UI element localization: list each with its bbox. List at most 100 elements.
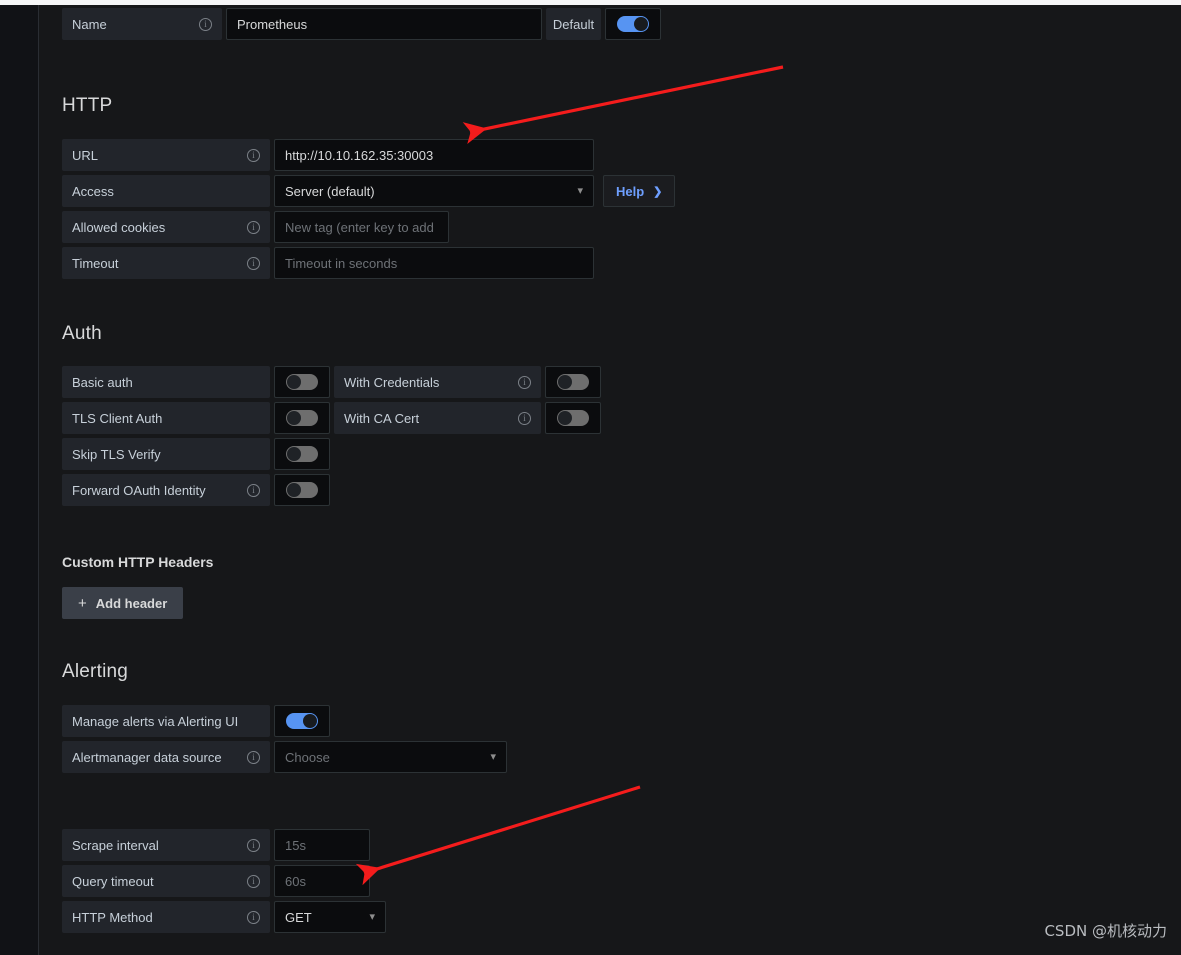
custom-http-headers-title: Custom HTTP Headers xyxy=(62,554,214,570)
basic-auth-toggle-switch[interactable] xyxy=(286,374,318,390)
tls-client-auth-label: TLS Client Auth xyxy=(62,402,270,434)
access-label-text: Access xyxy=(72,183,114,199)
with-credentials-label-text: With Credentials xyxy=(344,374,440,390)
timeout-row: Timeout i Timeout in seconds xyxy=(62,247,1162,279)
http-method-label: HTTP Method i xyxy=(62,901,270,933)
basic-auth-toggle[interactable] xyxy=(274,366,330,398)
http-method-value: GET xyxy=(285,909,312,925)
timeout-input[interactable]: Timeout in seconds xyxy=(274,247,594,279)
skip-tls-verify-label-text: Skip TLS Verify xyxy=(72,446,161,462)
allowed-cookies-row: Allowed cookies i New tag (enter key to … xyxy=(62,211,1162,243)
timeout-placeholder: Timeout in seconds xyxy=(285,255,398,271)
info-icon[interactable]: i xyxy=(247,483,260,497)
forward-oauth-identity-label-text: Forward OAuth Identity xyxy=(72,482,206,498)
info-icon[interactable]: i xyxy=(518,375,531,389)
forward-oauth-identity-label: Forward OAuth Identity i xyxy=(62,474,270,506)
chevron-down-icon: ▾ xyxy=(490,750,496,763)
allowed-cookies-label: Allowed cookies i xyxy=(62,211,270,243)
manage-alerts-row: Manage alerts via Alerting UI xyxy=(62,705,1162,737)
scrape-interval-row: Scrape interval i 15s xyxy=(62,829,1162,861)
scrape-interval-input[interactable]: 15s xyxy=(274,829,370,861)
http-method-select[interactable]: GET ▾ xyxy=(274,901,386,933)
info-icon[interactable]: i xyxy=(199,17,212,31)
left-nav-rail xyxy=(0,5,38,955)
info-icon[interactable]: i xyxy=(247,220,260,234)
chevron-down-icon: ▾ xyxy=(369,910,375,923)
alertmanager-label: Alertmanager data source i xyxy=(62,741,270,773)
alertmanager-placeholder: Choose xyxy=(285,749,330,765)
name-label: Name i xyxy=(62,8,222,40)
manage-alerts-toggle-switch[interactable] xyxy=(286,713,318,729)
http-method-row: HTTP Method i GET ▾ xyxy=(62,901,1162,933)
url-input-value: http://10.10.162.35:30003 xyxy=(285,147,434,163)
with-credentials-toggle[interactable] xyxy=(545,366,601,398)
access-select-value: Server (default) xyxy=(285,183,375,199)
info-icon[interactable]: i xyxy=(247,838,260,852)
tls-client-auth-label-text: TLS Client Auth xyxy=(72,410,163,426)
name-input-value: Prometheus xyxy=(237,16,308,32)
alertmanager-row: Alertmanager data source i Choose ▾ xyxy=(62,741,1162,773)
info-icon[interactable]: i xyxy=(247,256,260,270)
help-button[interactable]: Help ❯ xyxy=(603,175,676,207)
add-header-button-label: Add header xyxy=(95,595,168,611)
name-label-text: Name xyxy=(72,16,107,32)
url-label: URL i xyxy=(62,139,270,171)
default-label: Default xyxy=(546,8,601,40)
info-icon[interactable]: i xyxy=(247,148,260,162)
tls-client-auth-row: TLS Client Auth With CA Cert i xyxy=(62,402,1162,434)
manage-alerts-label: Manage alerts via Alerting UI xyxy=(62,705,270,737)
basic-auth-label: Basic auth xyxy=(62,366,270,398)
scrape-interval-label-text: Scrape interval xyxy=(72,837,159,853)
timeout-label-text: Timeout xyxy=(72,255,119,271)
query-timeout-label: Query timeout i xyxy=(62,865,270,897)
default-label-text: Default xyxy=(552,16,595,32)
allowed-cookies-input[interactable]: New tag (enter key to add xyxy=(274,211,449,243)
info-icon[interactable]: i xyxy=(518,411,531,425)
access-label: Access xyxy=(62,175,270,207)
settings-content: Name i Prometheus Default HTTP URL i htt… xyxy=(62,5,1162,955)
skip-tls-verify-row: Skip TLS Verify xyxy=(62,438,1162,470)
alerting-section-title: Alerting xyxy=(62,661,129,682)
settings-scroll-area[interactable]: Name i Prometheus Default HTTP URL i htt… xyxy=(39,5,1181,955)
plus-icon: + xyxy=(78,594,87,612)
info-icon[interactable]: i xyxy=(247,874,260,888)
query-timeout-row: Query timeout i 60s xyxy=(62,865,1162,897)
manage-alerts-toggle[interactable] xyxy=(274,705,330,737)
tls-client-auth-toggle[interactable] xyxy=(274,402,330,434)
skip-tls-verify-toggle-switch[interactable] xyxy=(286,446,318,462)
access-row: Access Server (default) ▾ Help ❯ xyxy=(62,175,1162,207)
timeout-label: Timeout i xyxy=(62,247,270,279)
name-input[interactable]: Prometheus xyxy=(226,8,542,40)
forward-oauth-identity-toggle[interactable] xyxy=(274,474,330,506)
access-select[interactable]: Server (default) ▾ xyxy=(274,175,594,207)
default-toggle[interactable] xyxy=(605,8,661,40)
info-icon[interactable]: i xyxy=(247,910,260,924)
with-ca-cert-toggle-switch[interactable] xyxy=(557,410,589,426)
auth-section-title: Auth xyxy=(62,323,102,344)
tls-client-auth-toggle-switch[interactable] xyxy=(286,410,318,426)
skip-tls-verify-toggle[interactable] xyxy=(274,438,330,470)
with-credentials-label: With Credentials i xyxy=(334,366,541,398)
with-ca-cert-toggle[interactable] xyxy=(545,402,601,434)
chevron-right-icon: ❯ xyxy=(653,185,663,198)
forward-oauth-identity-toggle-switch[interactable] xyxy=(286,482,318,498)
add-header-button[interactable]: + Add header xyxy=(62,587,184,619)
http-section-title: HTTP xyxy=(62,95,113,116)
allowed-cookies-label-text: Allowed cookies xyxy=(72,219,166,235)
manage-alerts-label-text: Manage alerts via Alerting UI xyxy=(72,713,239,729)
basic-auth-label-text: Basic auth xyxy=(72,374,133,390)
alertmanager-select[interactable]: Choose ▾ xyxy=(274,741,507,773)
name-row: Name i Prometheus Default xyxy=(62,8,1162,40)
info-icon[interactable]: i xyxy=(247,750,260,764)
query-timeout-label-text: Query timeout xyxy=(72,873,154,889)
alertmanager-label-text: Alertmanager data source xyxy=(72,749,222,765)
csdn-watermark: CSDN @机核动力 xyxy=(1044,922,1167,940)
default-toggle-switch[interactable] xyxy=(617,16,649,32)
url-row: URL i http://10.10.162.35:30003 xyxy=(62,139,1162,171)
with-credentials-toggle-switch[interactable] xyxy=(557,374,589,390)
skip-tls-verify-label: Skip TLS Verify xyxy=(62,438,270,470)
query-timeout-input[interactable]: 60s xyxy=(274,865,370,897)
with-ca-cert-label-text: With CA Cert xyxy=(344,410,420,426)
forward-oauth-identity-row: Forward OAuth Identity i xyxy=(62,474,1162,506)
url-input[interactable]: http://10.10.162.35:30003 xyxy=(274,139,594,171)
